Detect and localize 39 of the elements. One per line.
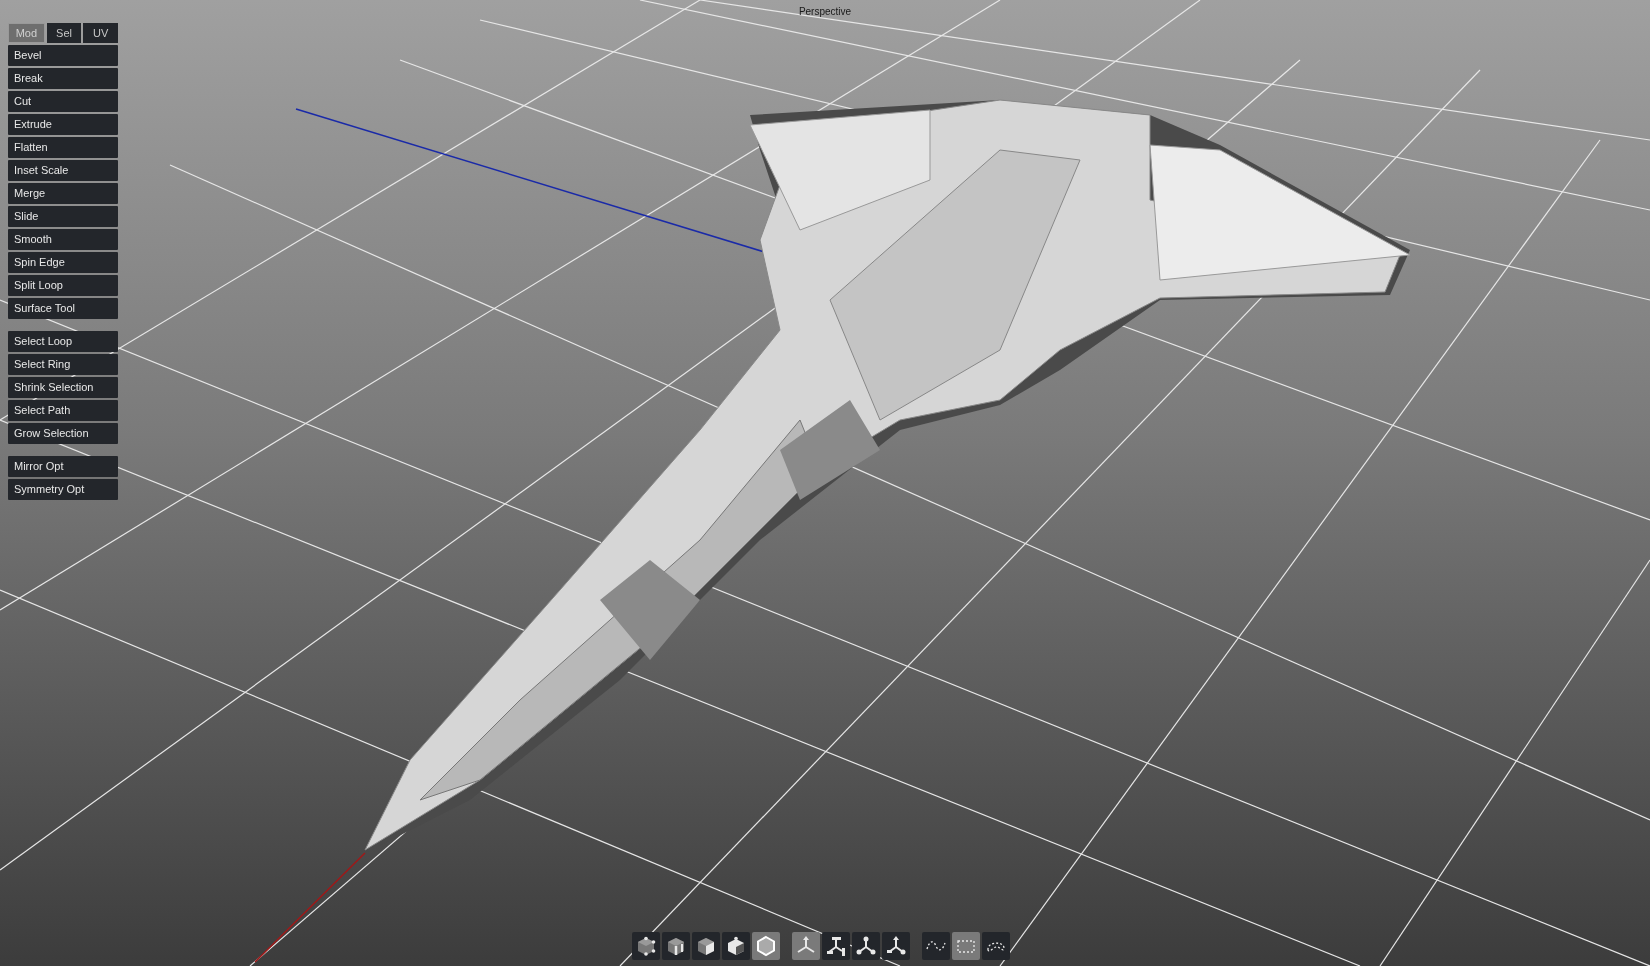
toolbar-button[interactable] (822, 932, 850, 960)
rotate-gizmo-icon (825, 935, 847, 957)
toolbar-button[interactable] (982, 932, 1010, 960)
hexagon-cube-icon (755, 935, 777, 957)
tool-button[interactable]: Select Path (8, 400, 118, 421)
toolbar-button[interactable] (852, 932, 880, 960)
tool-button[interactable]: Merge (8, 183, 118, 204)
tool-button[interactable]: Spin Edge (8, 252, 118, 273)
tool-button[interactable]: Symmetry Opt (8, 479, 118, 500)
transform-gizmo-icon (885, 935, 907, 957)
toolbar-button[interactable] (722, 932, 750, 960)
toolbar-button[interactable] (882, 932, 910, 960)
vertex-cube-icon (636, 936, 656, 956)
toolbar-button[interactable] (692, 932, 720, 960)
tool-button[interactable]: Bevel (8, 45, 118, 66)
toolbar-button[interactable] (662, 932, 690, 960)
mode-tab[interactable]: UV (83, 23, 118, 43)
toolbar-button[interactable] (922, 932, 950, 960)
tool-button[interactable]: Select Ring (8, 354, 118, 375)
tool-button[interactable]: Slide (8, 206, 118, 227)
tool-button[interactable]: Split Loop (8, 275, 118, 296)
tool-button[interactable]: Shrink Selection (8, 377, 118, 398)
edge-cube-icon (666, 936, 686, 956)
face-cube-icon (696, 936, 716, 956)
tool-button[interactable]: Extrude (8, 114, 118, 135)
tool-button[interactable]: Smooth (8, 229, 118, 250)
tool-button[interactable]: Flatten (8, 137, 118, 158)
tool-button[interactable]: Select Loop (8, 331, 118, 352)
tool-button[interactable]: Surface Tool (8, 298, 118, 319)
toolbar-button[interactable] (632, 932, 660, 960)
viewport-title: Perspective (798, 5, 852, 19)
tool-button[interactable]: Grow Selection (8, 423, 118, 444)
element-cube-icon (726, 936, 746, 956)
tool-button[interactable]: Break (8, 68, 118, 89)
mode-tab[interactable]: Sel (46, 23, 82, 43)
tool-button[interactable]: Inset Scale (8, 160, 118, 181)
tool-button[interactable]: Mirror Opt (8, 456, 118, 477)
tool-button[interactable]: Cut (8, 91, 118, 112)
scale-gizmo-icon (855, 935, 877, 957)
